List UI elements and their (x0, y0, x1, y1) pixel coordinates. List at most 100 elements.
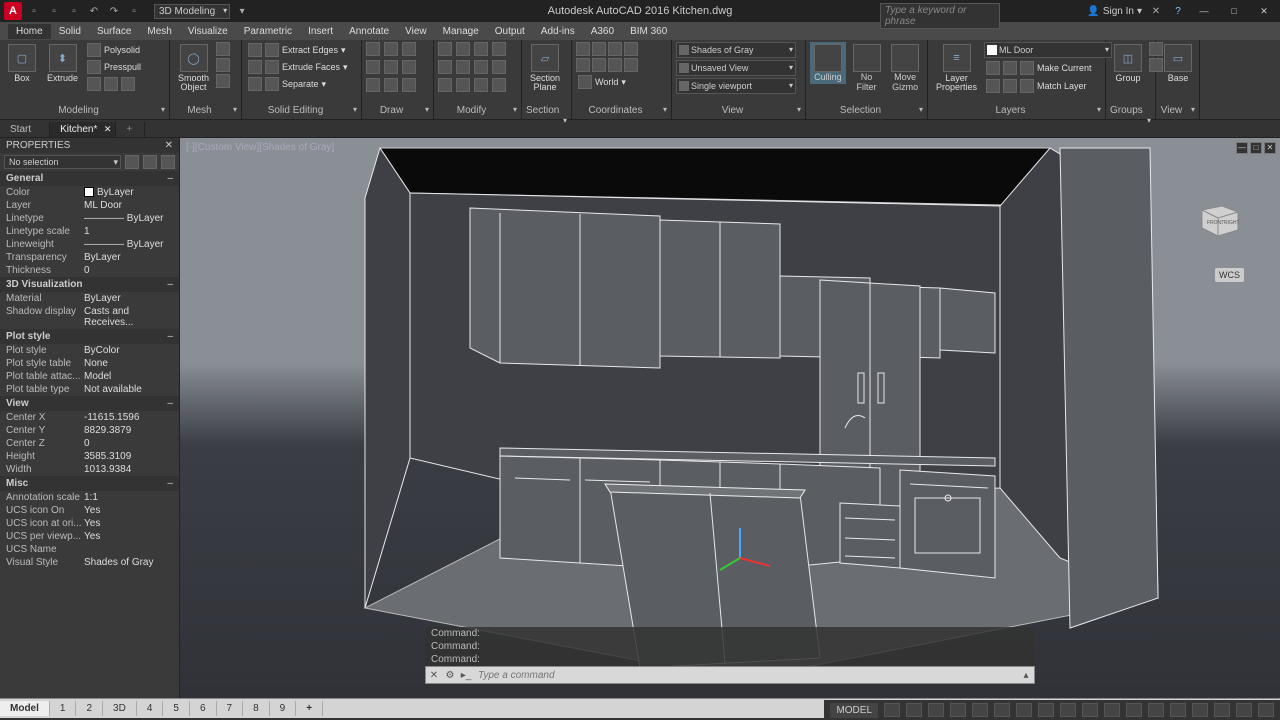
presspull-button[interactable]: Presspull (85, 59, 143, 75)
panel-title-modeling[interactable]: Modeling (4, 105, 165, 119)
array-icon[interactable] (474, 78, 488, 92)
panel-title-coordinates[interactable]: Coordinates (576, 105, 667, 119)
close-button[interactable]: ✕ (1252, 3, 1276, 19)
rect-icon[interactable] (384, 60, 398, 74)
stretch-icon[interactable] (438, 78, 452, 92)
clean-screen-icon[interactable] (1236, 703, 1252, 717)
layout-tab[interactable]: 8 (243, 701, 270, 716)
prop-row[interactable]: TransparencyByLayer (0, 251, 179, 264)
prop-row[interactable]: Plot table typeNot available (0, 383, 179, 396)
layout-tab[interactable]: 5 (163, 701, 190, 716)
viewport[interactable]: [-][Custom View][Shades of Gray] —□✕ FRO… (180, 138, 1280, 698)
panel-title-groups[interactable]: Groups (1110, 105, 1151, 119)
extract-edges-button[interactable]: Extract Edges ▾ (246, 42, 350, 58)
qat-overflow-icon[interactable]: ▾ (234, 3, 250, 19)
command-recent-icon[interactable]: ▴ (1018, 670, 1034, 681)
customize-icon[interactable] (1258, 703, 1274, 717)
menu-mesh[interactable]: Mesh (139, 24, 179, 39)
polar-toggle-icon[interactable] (950, 703, 966, 717)
prop-row[interactable]: Annotation scale1:1 (0, 491, 179, 504)
menu-annotate[interactable]: Annotate (341, 24, 397, 39)
named-view-dropdown[interactable]: Unsaved View (676, 60, 796, 76)
match-layer-button[interactable]: Match Layer (984, 78, 1112, 94)
cycling-icon[interactable] (1126, 703, 1142, 717)
prop-category[interactable]: General– (0, 171, 179, 186)
help-icon[interactable]: ? (1170, 3, 1186, 19)
prop-row[interactable]: Linetype scale1 (0, 225, 179, 238)
layer-properties-button[interactable]: ≡Layer Properties (932, 42, 981, 94)
ucs-icon[interactable] (576, 42, 590, 56)
panel-title-modify[interactable]: Modify (438, 105, 517, 119)
prop-row[interactable]: UCS icon OnYes (0, 504, 179, 517)
trim-icon[interactable] (474, 42, 488, 56)
prop-row[interactable]: Plot styleByColor (0, 344, 179, 357)
modify-buttons[interactable] (438, 42, 508, 94)
exchange-icon[interactable]: ✕ (1148, 3, 1164, 19)
status-mode[interactable]: MODEL (830, 703, 878, 718)
ucs-obj-icon[interactable] (592, 58, 606, 72)
layout-tab[interactable]: 3D (103, 701, 137, 716)
no-filter-button[interactable]: No Filter (849, 42, 885, 94)
prop-row[interactable]: Linetype———— ByLayer (0, 212, 179, 225)
helix-icon[interactable] (384, 78, 398, 92)
ucs-view-icon[interactable] (576, 58, 590, 72)
copy-icon[interactable] (438, 60, 452, 74)
layout-tab[interactable]: Model (0, 701, 50, 716)
signin-button[interactable]: 👤Sign In ▾ (1087, 6, 1142, 17)
qat-redo-icon[interactable]: ↷ (106, 3, 122, 19)
line-icon[interactable] (366, 42, 380, 56)
erase-icon[interactable] (492, 42, 506, 56)
ellipse-icon[interactable] (402, 60, 416, 74)
draw-buttons[interactable] (366, 42, 418, 94)
spline-icon[interactable] (366, 78, 380, 92)
transparency-icon[interactable] (1104, 703, 1120, 717)
osnap-toggle-icon[interactable] (972, 703, 988, 717)
mirror-icon[interactable] (456, 60, 470, 74)
prop-row[interactable]: Shadow displayCasts and Receives... (0, 305, 179, 329)
tab-kitchen[interactable]: Kitchen*✕ (50, 122, 116, 137)
panel-title-selection[interactable]: Selection (810, 105, 923, 119)
make-current-button[interactable]: Make Current (984, 60, 1112, 76)
menu-parametric[interactable]: Parametric (236, 24, 300, 39)
menu-surface[interactable]: Surface (89, 24, 139, 39)
prop-row[interactable]: ColorByLayer (0, 186, 179, 199)
qat-open-icon[interactable]: ▫ (46, 3, 62, 19)
ucs-x-icon[interactable] (592, 42, 606, 56)
solid-misc-button[interactable] (85, 76, 143, 92)
layout-tab[interactable]: 7 (217, 701, 244, 716)
arc-icon[interactable] (366, 60, 380, 74)
panel-title-view[interactable]: View (676, 105, 801, 119)
mesh-more-icon[interactable] (216, 42, 230, 56)
fillet-icon[interactable] (474, 60, 488, 74)
visual-style-dropdown[interactable]: Shades of Gray (676, 42, 796, 58)
move-icon[interactable] (438, 42, 452, 56)
hardware-accel-icon[interactable] (1192, 703, 1208, 717)
panel-title-layers[interactable]: Layers (932, 105, 1101, 119)
toggle-pickadd-icon[interactable] (161, 155, 175, 169)
prop-category[interactable]: Misc– (0, 476, 179, 491)
layout-tab[interactable]: 2 (76, 701, 103, 716)
prop-row[interactable]: UCS Name (0, 543, 179, 556)
prop-row[interactable]: UCS icon at ori...Yes (0, 517, 179, 530)
grid-toggle-icon[interactable] (884, 703, 900, 717)
menu-bim360[interactable]: BIM 360 (622, 24, 675, 39)
prop-category[interactable]: View– (0, 396, 179, 411)
prop-category[interactable]: Plot style– (0, 329, 179, 344)
prop-row[interactable]: UCS per viewp...Yes (0, 530, 179, 543)
command-options-icon[interactable]: ⚙ (442, 670, 458, 681)
ucs-y-icon[interactable] (608, 42, 622, 56)
dynamic-ucs-icon[interactable] (1038, 703, 1054, 717)
section-plane-button[interactable]: ▱Section Plane (526, 42, 564, 94)
workspace-dropdown[interactable]: 3D Modeling (154, 4, 230, 19)
close-tab-icon[interactable]: ✕ (104, 124, 112, 135)
offset-icon[interactable] (492, 78, 506, 92)
circle-icon[interactable] (402, 42, 416, 56)
layout-tab[interactable]: 9 (270, 701, 297, 716)
scale-icon[interactable] (456, 78, 470, 92)
quick-select-icon[interactable] (125, 155, 139, 169)
help-search-input[interactable]: Type a keyword or phrase (880, 3, 1000, 29)
panel-title-section[interactable]: Section (526, 105, 567, 119)
layout-tab[interactable]: 6 (190, 701, 217, 716)
qat-new-icon[interactable]: ▫ (26, 3, 42, 19)
ucs-z-icon[interactable] (624, 42, 638, 56)
